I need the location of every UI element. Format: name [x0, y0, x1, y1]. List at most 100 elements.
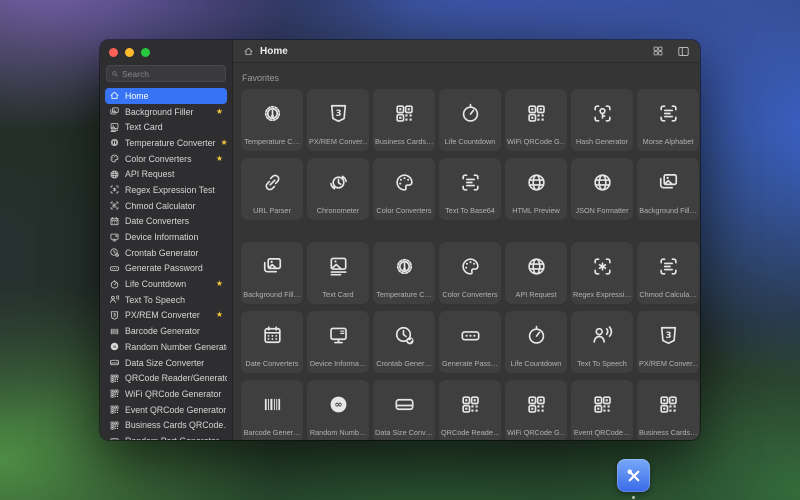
tool-tile-barcode-gener[interactable]: Barcode Gener…	[241, 380, 303, 440]
favorite-star-icon: ★	[216, 155, 223, 163]
tool-tile-label: Text Card	[309, 290, 367, 299]
tool-tile-text-card[interactable]: Text Card	[307, 242, 369, 304]
tool-tile-morse-alphabet[interactable]: Morse Alphabet	[637, 89, 699, 151]
tool-tile-text-to-base64[interactable]: Text To Base64	[439, 158, 501, 220]
tool-tile-text-to-speech[interactable]: Text To Speech	[571, 311, 633, 373]
sidebar-item-text-to-speech[interactable]: Text To Speech	[105, 292, 227, 308]
devtools-dock-icon[interactable]	[617, 459, 650, 492]
tool-tile-label: Hash Generator	[573, 137, 631, 146]
tool-tile-label: Life Countdown	[441, 137, 499, 146]
sidebar-item-label: Data Size Converter	[125, 358, 204, 368]
tool-tile-chmod-calcula[interactable]: Chmod Calcula…	[637, 242, 699, 304]
tool-tile-regex-expressi[interactable]: Regex Expressi…	[571, 242, 633, 304]
search-icon	[111, 70, 119, 78]
favorite-star-icon: ★	[216, 311, 223, 319]
tool-tile-event-qrcode[interactable]: Event QRCode…	[571, 380, 633, 440]
sidebar-item-generate-password[interactable]: Generate Password	[105, 261, 227, 277]
tool-tile-business-cards[interactable]: Business Cards…	[373, 89, 435, 151]
css3-shield-icon: 3	[327, 102, 350, 125]
sidebar-toggle-button[interactable]	[677, 45, 690, 58]
tool-tile-label: QRCode Reade…	[441, 428, 499, 437]
tool-tile-life-countdown[interactable]: Life Countdown	[505, 311, 567, 373]
tool-tile-generate-pass[interactable]: Generate Pass…	[439, 311, 501, 373]
tool-tile-wifi-qrcode-g[interactable]: WiFi QRCode G…	[505, 89, 567, 151]
sidebar-item-random-number-generator[interactable]: ∞Random Number Generator	[105, 339, 227, 355]
tool-tile-color-converters[interactable]: Color Converters	[373, 158, 435, 220]
tool-tile-html-preview[interactable]: HTML Preview	[505, 158, 567, 220]
tool-tile-api-request[interactable]: API Request	[505, 242, 567, 304]
clock-check-icon	[109, 247, 120, 258]
tool-tile-wifi-qrcode-g[interactable]: WiFi QRCode G…	[505, 380, 567, 440]
tool-tile-crontab-gener[interactable]: Crontab Gener…	[373, 311, 435, 373]
photos-icon	[261, 255, 284, 278]
search-input[interactable]	[122, 69, 221, 79]
sidebar-item-crontab-generator[interactable]: Crontab Generator	[105, 245, 227, 261]
tool-tile-label: Text To Base64	[441, 206, 499, 215]
sidebar-item-label: WiFi QRCode Generator	[125, 389, 221, 399]
sidebar-item-date-converters[interactable]: Date Converters	[105, 214, 227, 230]
sidebar: HomeBackground Filler★Text CardTemperatu…	[100, 40, 233, 440]
main-header: Home	[233, 40, 700, 63]
sidebar-item-label: Random Number Generator	[125, 342, 227, 352]
sidebar-item-label: Text To Speech	[125, 295, 185, 305]
sidebar-item-label: Device Information	[125, 232, 198, 242]
sidebar-item-temperature-converter[interactable]: Temperature Converter★	[105, 135, 227, 151]
favorite-star-icon: ★	[216, 280, 223, 288]
tool-tile-hash-generator[interactable]: Hash Generator	[571, 89, 633, 151]
photos-icon	[109, 106, 120, 117]
minimize-button[interactable]	[125, 48, 134, 57]
close-button[interactable]	[109, 48, 118, 57]
sidebar-item-color-converters[interactable]: Color Converters ★	[105, 151, 227, 167]
qrcode-icon	[393, 102, 416, 125]
sidebar-item-api-request[interactable]: API Request	[105, 166, 227, 182]
sidebar-item-wifi-qrcode-generator[interactable]: WiFi QRCode Generator★	[105, 386, 227, 402]
tool-tile-px-rem-conver[interactable]: 3PX/REM Conver…	[307, 89, 369, 151]
tool-tile-temperature-c[interactable]: Temperature C…	[373, 242, 435, 304]
sidebar-item-chmod-calculator[interactable]: Chmod Calculator	[105, 198, 227, 214]
tool-tile-temperature-c[interactable]: Temperature C…	[241, 89, 303, 151]
tool-tile-qrcode-reade[interactable]: QRCode Reade…	[439, 380, 501, 440]
tool-tile-url-parser[interactable]: URL Parser	[241, 158, 303, 220]
sidebar-item-px-rem-converter[interactable]: 3PX/REM Converter★	[105, 308, 227, 324]
tool-tile-label: PX/REM Conver…	[639, 359, 697, 368]
sidebar-item-random-port-generator[interactable]: Random Port Generator	[105, 433, 227, 440]
tool-tile-background-fill[interactable]: Background Fill…	[241, 242, 303, 304]
sidebar-item-text-card[interactable]: Text Card	[105, 119, 227, 135]
tool-tile-chronometer[interactable]: Chronometer	[307, 158, 369, 220]
tool-tile-device-informa[interactable]: Device Informa…	[307, 311, 369, 373]
tool-tile-background-fill[interactable]: Background Fill…	[637, 158, 699, 220]
sidebar-item-data-size-converter[interactable]: Data Size Converter	[105, 355, 227, 371]
sidebar-item-regex-expression-test[interactable]: Regex Expression Test	[105, 182, 227, 198]
tool-tile-date-converters[interactable]: Date Converters	[241, 311, 303, 373]
tool-tile-color-converters[interactable]: Color Converters	[439, 242, 501, 304]
regex-brackets-icon	[109, 184, 120, 195]
sidebar-item-home[interactable]: Home	[105, 88, 227, 104]
sidebar-item-event-qrcode-generator[interactable]: Event QRCode Generator	[105, 402, 227, 418]
sidebar-item-device-information[interactable]: Device Information	[105, 229, 227, 245]
tool-tile-px-rem-conver[interactable]: 3PX/REM Conver…	[637, 311, 699, 373]
sidebar-item-qrcode-reader-generator[interactable]: QRCode Reader/Generator	[105, 370, 227, 386]
sidebar-item-barcode-generator[interactable]: Barcode Generator	[105, 323, 227, 339]
tool-tile-json-formatter[interactable]: JSON Formatter	[571, 158, 633, 220]
crossed-tools-icon	[624, 466, 644, 486]
bracket-lines-icon	[657, 255, 680, 278]
grid-view-button[interactable]	[652, 45, 664, 57]
qrcode-icon	[591, 393, 614, 416]
tool-tile-life-countdown[interactable]: Life Countdown	[439, 89, 501, 151]
tool-tile-data-size-conv[interactable]: Data Size Conv…	[373, 380, 435, 440]
dock-running-indicator	[632, 496, 635, 499]
tool-tile-label: Data Size Conv…	[375, 428, 433, 437]
zoom-button[interactable]	[141, 48, 150, 57]
sidebar-item-background-filler[interactable]: Background Filler★	[105, 104, 227, 120]
tool-tile-business-cards[interactable]: Business Cards…	[637, 380, 699, 440]
thermometer-gear-icon	[393, 255, 416, 278]
sidebar-item-business-cards-qrcode[interactable]: Business Cards QRCode…★	[105, 417, 227, 433]
bracket-lines-icon	[459, 171, 482, 194]
header-actions	[652, 45, 690, 58]
tool-tile-random-numb[interactable]: ∞Random Numb…	[307, 380, 369, 440]
sidebar-item-label: Color Converters	[125, 154, 192, 164]
search-box[interactable]	[106, 65, 226, 82]
home-icon	[109, 90, 120, 101]
sidebar-item-life-countdown[interactable]: Life Countdown★	[105, 276, 227, 292]
tool-tile-label: URL Parser	[243, 206, 301, 215]
